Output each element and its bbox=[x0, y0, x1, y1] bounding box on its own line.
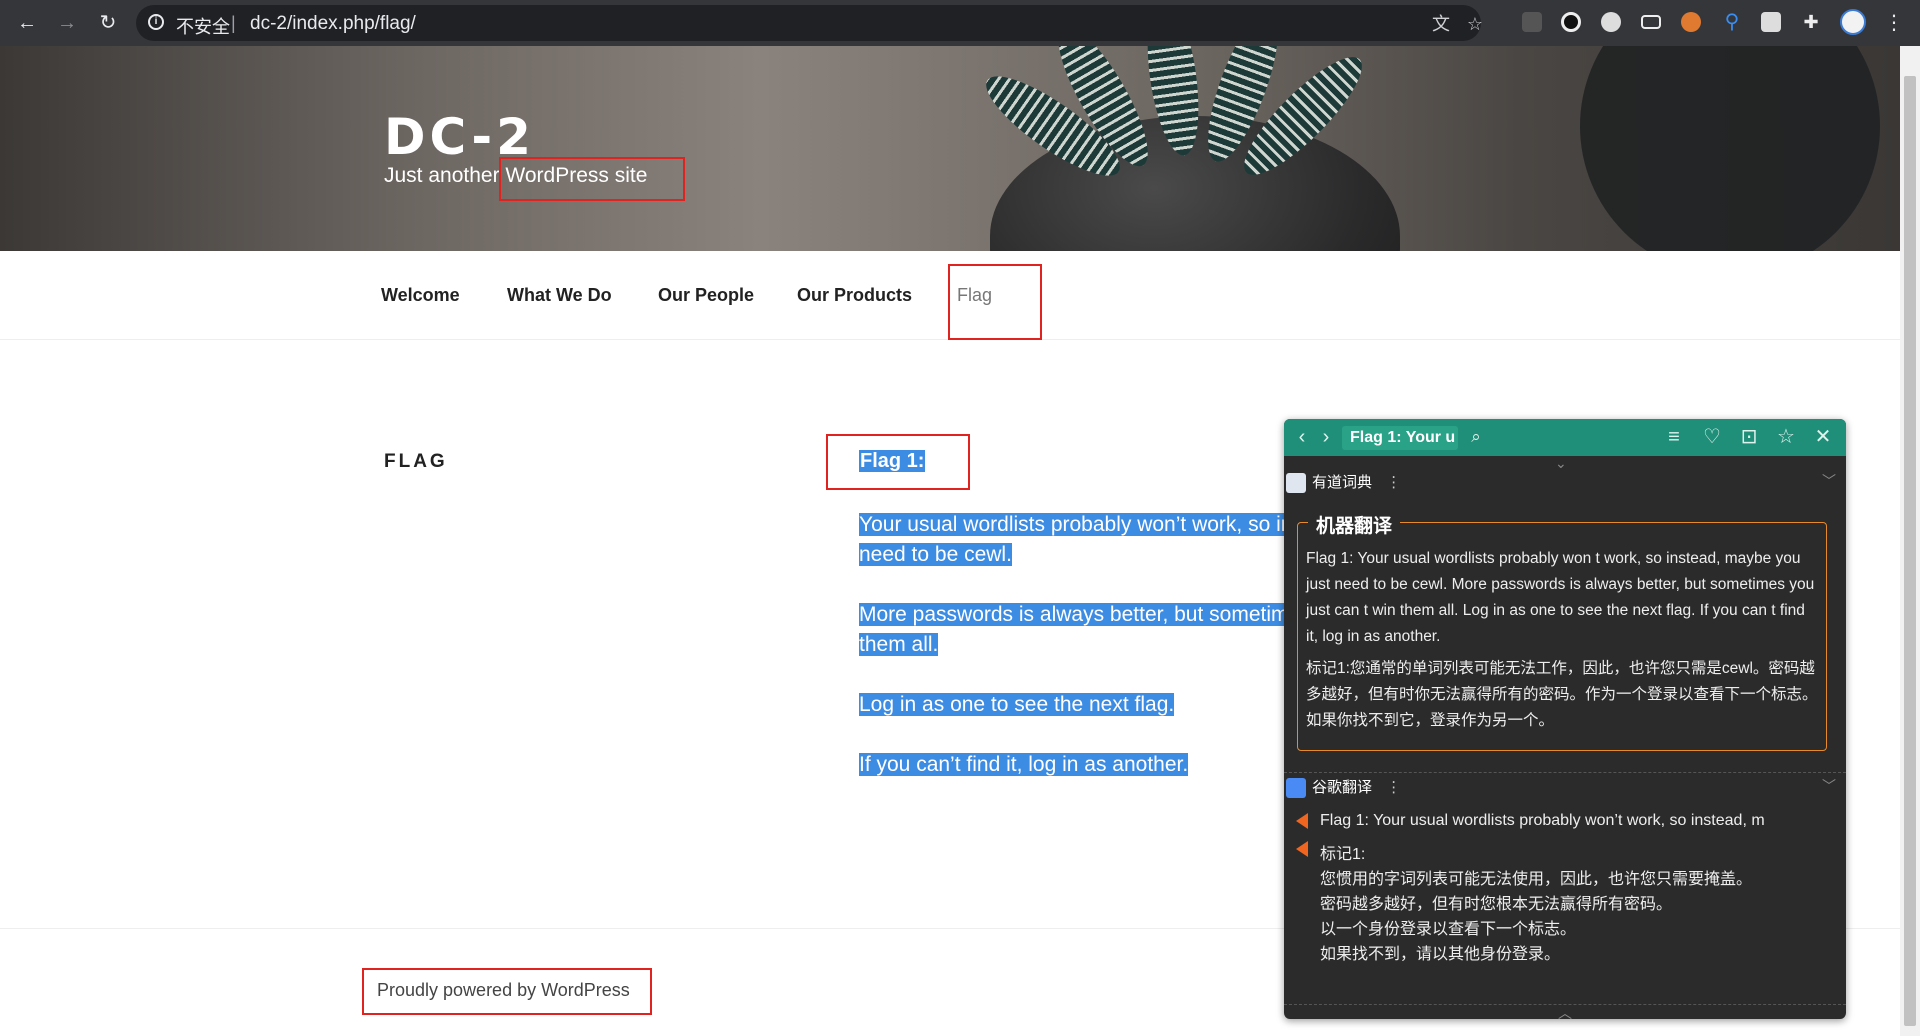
next-icon[interactable]: › bbox=[1314, 426, 1338, 448]
google-translate-icon bbox=[1286, 778, 1306, 799]
dictionary-popup: ‹ › Flag 1: Your u ⌕ ≡ ♡ ⊡ ☆ ✕ ⌄ 有道词典 ⋮ … bbox=[1284, 419, 1846, 1019]
youdao-section-header: 有道词典 ⋮ bbox=[1286, 471, 1401, 494]
machine-translation-chinese: 标记1:您通常的单词列表可能无法工作，因此，也许您只需是cewl。密码越多越好，… bbox=[1306, 660, 1818, 729]
info-icon[interactable]: i bbox=[148, 14, 164, 30]
annotation-box bbox=[362, 968, 652, 1015]
content-paragraph: Your usual wordlists probably won’t work… bbox=[859, 510, 1299, 540]
google-options-icon[interactable]: ⋮ bbox=[1386, 779, 1401, 796]
chevron-up-icon[interactable]: ︿ bbox=[1558, 1003, 1572, 1019]
content-paragraph: need to be cewl. bbox=[859, 543, 1012, 566]
youdao-icon bbox=[1286, 473, 1306, 494]
annotation-box bbox=[499, 157, 685, 201]
content-paragraph: them all. bbox=[859, 633, 939, 656]
page-title: FLAG bbox=[384, 451, 448, 472]
google-translation-line: 密码越多越好，但有时您根本无法赢得所有密码。 bbox=[1320, 896, 1673, 913]
google-translation-line: 如果找不到，请以其他身份登录。 bbox=[1320, 946, 1561, 963]
flag-heading: Flag 1: bbox=[859, 450, 926, 472]
reload-icon[interactable]: ↻ bbox=[94, 9, 122, 37]
machine-translation-label: 机器翻译 bbox=[1308, 511, 1401, 538]
google-source-text: Flag 1: Your usual wordlists probably wo… bbox=[1320, 812, 1765, 829]
scrollbar-thumb[interactable] bbox=[1904, 76, 1916, 1026]
query-field[interactable]: Flag 1: Your u bbox=[1342, 426, 1458, 450]
youdao-options-icon[interactable]: ⋮ bbox=[1386, 474, 1401, 491]
back-icon[interactable]: ← bbox=[13, 9, 41, 37]
speaker-icon[interactable] bbox=[1296, 813, 1308, 829]
content-paragraph: Log in as one to see the next flag. bbox=[859, 693, 1175, 716]
menu-item-our-products[interactable]: Our Products bbox=[797, 285, 912, 306]
pin-star-icon[interactable]: ☆ bbox=[1774, 426, 1798, 448]
speaker-icon[interactable] bbox=[1296, 841, 1308, 857]
extension-circle-icon[interactable] bbox=[1561, 12, 1581, 32]
popup-toolbar: ‹ › Flag 1: Your u ⌕ ≡ ♡ ⊡ ☆ ✕ bbox=[1284, 419, 1846, 456]
google-translation-line: 标记1: bbox=[1320, 846, 1366, 863]
extension-glasses-icon[interactable] bbox=[1761, 12, 1781, 32]
browser-toolbar: ← → ↻ i 不安全 | dc-2/index.php/flag/ 文 ☆ ⚲… bbox=[0, 0, 1920, 46]
extension-pin-icon[interactable]: ⚲ bbox=[1722, 12, 1742, 32]
prev-icon[interactable]: ‹ bbox=[1290, 426, 1314, 448]
popup-divider bbox=[1284, 772, 1846, 774]
url-text[interactable]: dc-2/index.php/flag/ bbox=[250, 13, 416, 35]
security-label[interactable]: 不安全 bbox=[176, 13, 230, 39]
content-paragraph: If you can’t find it, log in as another. bbox=[859, 753, 1189, 776]
youdao-collapse-icon[interactable]: ﹀ bbox=[1822, 471, 1836, 491]
content-paragraph: More passwords is always better, but som… bbox=[859, 600, 1299, 630]
google-section-header: 谷歌翻译 ⋮ bbox=[1286, 776, 1401, 799]
menu-icon[interactable]: ≡ bbox=[1662, 426, 1686, 448]
forward-icon[interactable]: → bbox=[53, 9, 81, 37]
menu-item-what-we-do[interactable]: What We Do bbox=[507, 285, 612, 306]
chevron-down-icon[interactable]: ⌄ bbox=[1555, 455, 1567, 472]
google-translation-line: 您惯用的字词列表可能无法使用，因此，也许您只需要掩盖。 bbox=[1320, 871, 1753, 888]
wordbook-icon[interactable]: ⊡ bbox=[1737, 426, 1761, 448]
extension-screen-icon[interactable] bbox=[1641, 15, 1661, 29]
menu-item-welcome[interactable]: Welcome bbox=[381, 285, 460, 306]
avatar[interactable] bbox=[1840, 9, 1866, 35]
machine-translation-english: Flag 1: Your usual wordlists probably wo… bbox=[1306, 550, 1815, 645]
bookmark-star-icon[interactable]: ☆ bbox=[1464, 13, 1486, 35]
google-translation-line: 以一个身份登录以查看下一个标志。 bbox=[1320, 921, 1577, 938]
google-collapse-icon[interactable]: ﹀ bbox=[1822, 776, 1836, 796]
page-scrollbar[interactable] bbox=[1900, 46, 1920, 1036]
extension-icon[interactable] bbox=[1522, 12, 1542, 32]
extension-cookie-icon[interactable] bbox=[1681, 12, 1701, 32]
menu-item-our-people[interactable]: Our People bbox=[658, 285, 754, 306]
extensions-puzzle-icon[interactable]: ✚ bbox=[1801, 12, 1821, 32]
header-image bbox=[0, 46, 1900, 251]
translate-icon[interactable]: 文 bbox=[1430, 13, 1452, 35]
search-icon[interactable]: ⌕ bbox=[1464, 426, 1488, 448]
menu-kebab-icon[interactable]: ⋮ bbox=[1880, 9, 1908, 37]
favorite-heart-icon[interactable]: ♡ bbox=[1700, 426, 1724, 448]
address-bar[interactable]: i 不安全 | dc-2/index.php/flag/ 文 ☆ bbox=[136, 5, 1483, 41]
extension-share-icon[interactable] bbox=[1601, 12, 1621, 32]
header-decor-ball bbox=[1580, 46, 1880, 251]
annotation-box bbox=[948, 264, 1042, 340]
close-icon[interactable]: ✕ bbox=[1811, 426, 1835, 448]
